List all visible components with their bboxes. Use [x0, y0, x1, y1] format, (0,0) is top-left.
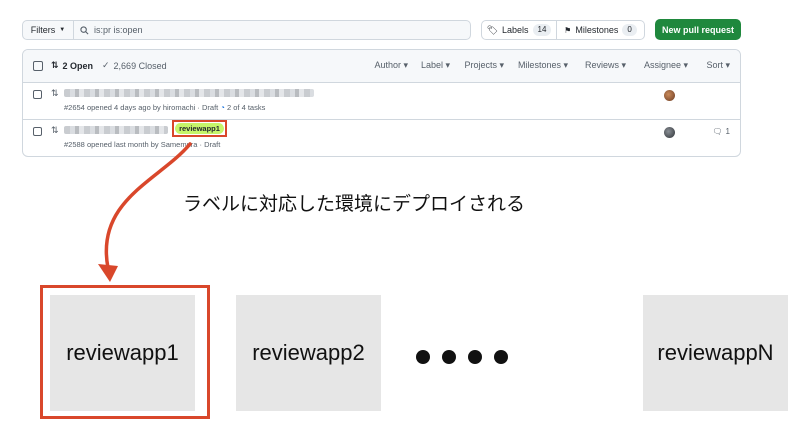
caption: ラベルに対応した環境にデプロイされる [183, 193, 526, 215]
dot [416, 350, 430, 364]
arrow-path [104, 142, 192, 270]
dot [494, 350, 508, 364]
environment-box-last: reviewappN [643, 295, 788, 411]
dot [442, 350, 456, 364]
environment-box-first: reviewapp1 [50, 295, 195, 411]
ellipsis-dots [416, 350, 508, 364]
dot [468, 350, 482, 364]
arrow-head [98, 264, 118, 282]
environment-box-second: reviewapp2 [236, 295, 381, 411]
